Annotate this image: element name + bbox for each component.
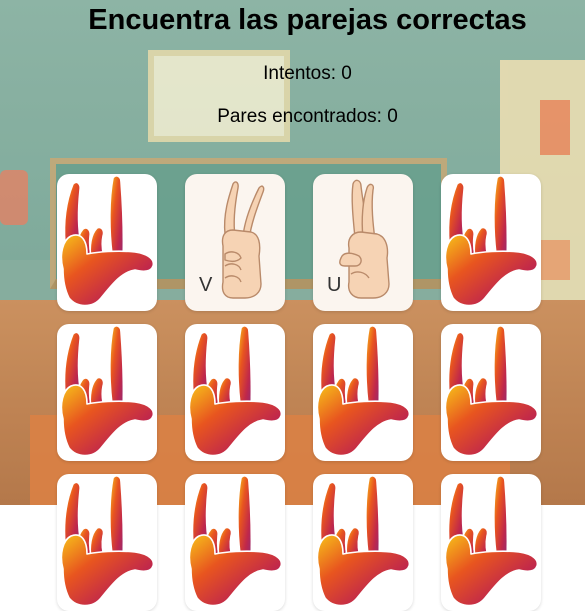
memory-card[interactable]: V	[185, 174, 285, 311]
memory-card[interactable]	[57, 174, 157, 311]
love-sign-logo-icon	[444, 175, 539, 307]
memory-card[interactable]	[441, 474, 541, 611]
card-letter: U	[327, 274, 342, 296]
memory-card[interactable]	[313, 324, 413, 461]
love-sign-logo-icon	[316, 325, 411, 457]
attempts-counter: Intentos: 0	[263, 63, 352, 84]
memory-card[interactable]: U	[313, 174, 413, 311]
love-sign-logo-icon	[444, 325, 539, 457]
memory-card[interactable]	[313, 474, 413, 611]
love-sign-logo-icon	[188, 325, 283, 457]
memory-card[interactable]	[185, 474, 285, 611]
love-sign-logo-icon	[60, 475, 155, 607]
love-sign-logo-icon	[316, 475, 411, 607]
love-sign-logo-icon	[188, 475, 283, 607]
game-title: Encuentra las parejas correctas	[88, 4, 527, 36]
love-sign-logo-icon	[60, 325, 155, 457]
love-sign-logo-icon	[444, 475, 539, 607]
memory-card[interactable]	[441, 174, 541, 311]
memory-card[interactable]	[185, 324, 285, 461]
memory-card[interactable]	[57, 474, 157, 611]
memory-card[interactable]	[57, 324, 157, 461]
memory-card[interactable]	[441, 324, 541, 461]
pairs-counter: Pares encontrados: 0	[217, 106, 398, 127]
love-sign-logo-icon	[60, 175, 155, 307]
card-letter: V	[199, 274, 213, 296]
